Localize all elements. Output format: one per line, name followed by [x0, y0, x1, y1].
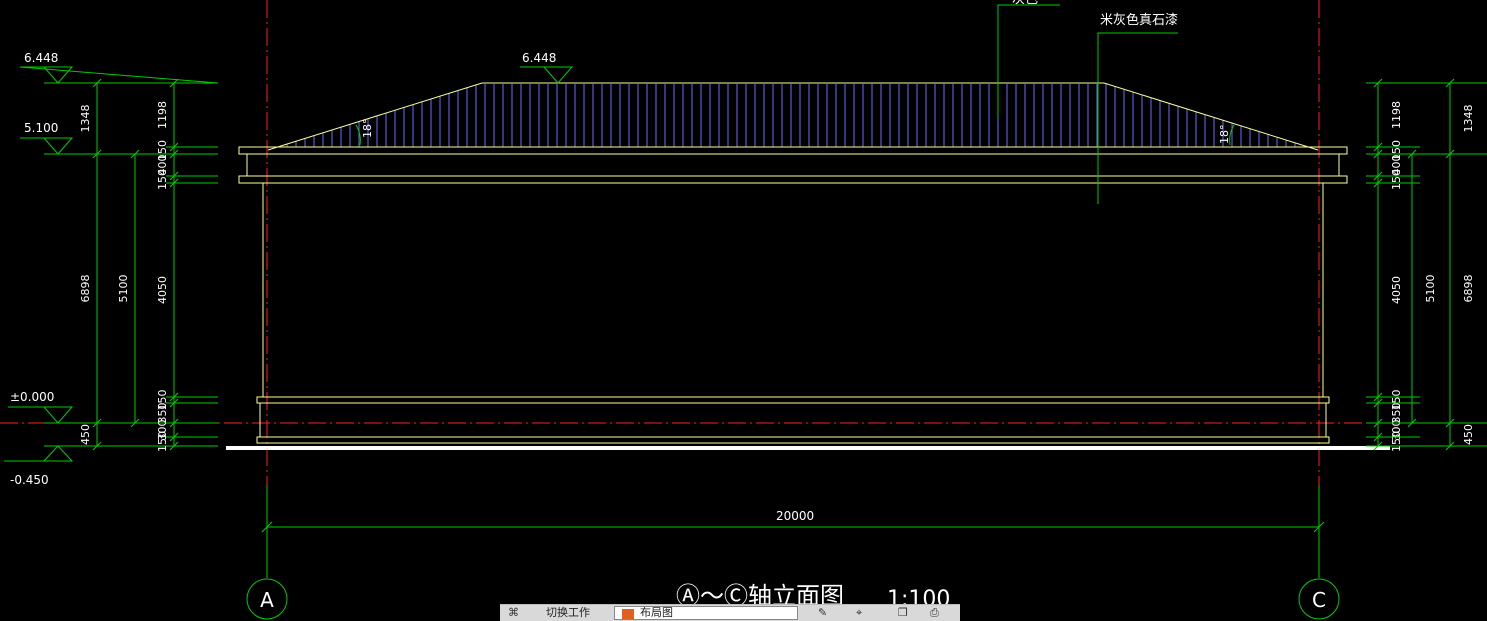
dim-right-inner-label: 150 — [1390, 431, 1403, 452]
elev-label-0000: ±0.000 — [10, 390, 54, 404]
cornice-top — [238, 146, 1348, 155]
leader-beige — [1097, 32, 1178, 204]
dim-right-outer-label: 6898 — [1462, 275, 1475, 303]
elev-label-neg450: -0.450 — [10, 473, 49, 487]
dim-left-inner-label: 4050 — [156, 276, 169, 304]
layout-selector-label: 布局图 — [640, 606, 673, 619]
print-icon[interactable]: ⎙ — [930, 607, 944, 619]
dim-right-outer-label: 1348 — [1462, 105, 1475, 133]
dim-right-outer-label: 450 — [1462, 424, 1475, 445]
cornice-band — [246, 153, 1340, 177]
layout-toggle-icon[interactable]: ⌘ — [508, 607, 522, 619]
plinth-body — [259, 402, 1327, 438]
dim-right-inner-label: 1198 — [1390, 101, 1403, 129]
dim-left-mid-label: 5100 — [117, 275, 130, 303]
dim-left-inner-label: 1198 — [156, 101, 169, 129]
cornice-bottom — [238, 175, 1348, 184]
pencil-icon[interactable]: ✎ — [818, 607, 832, 619]
dim-left-outer-label: 1348 — [79, 105, 92, 133]
dim-right-mid-label: 5100 — [1424, 275, 1437, 303]
axis-label-c: C — [1312, 588, 1326, 612]
roof-hatch — [277, 83, 1305, 147]
elev-label-roof: 6.448 — [522, 51, 556, 65]
elev-label-5100: 5.100 — [24, 121, 58, 135]
plinth-base — [256, 436, 1330, 444]
ground-line — [226, 446, 1390, 450]
cad-elevation-drawing[interactable]: 18° 18° 灰色 米灰色真石漆 6.448 5.100 ±0.000 -0.… — [0, 0, 1487, 620]
dimension-chains: 1348689845051001198150400150405015035030… — [79, 78, 1487, 452]
roof-angle-label-left: 18° — [361, 119, 374, 139]
roof-angle-label-right: 18° — [1218, 125, 1231, 145]
material-note-beige: 米灰色真石漆 — [1100, 12, 1178, 28]
elev-label-6448: 6.448 — [24, 51, 58, 65]
layout-status-bar[interactable]: ⌘ 切换工作 布局图 ✎ ⌖ ❐ ⎙ — [500, 604, 960, 621]
overall-dimension — [261, 485, 1325, 578]
material-note-gray: 灰色 — [1012, 0, 1038, 7]
axis-bubble-c[interactable]: C — [1298, 578, 1340, 620]
dim-right-inner-label: 150 — [1390, 169, 1403, 190]
copy-icon[interactable]: ❐ — [898, 607, 912, 619]
roof-angle-marks — [355, 124, 1235, 146]
axis-label-a: A — [260, 588, 274, 612]
building-outline — [238, 82, 1348, 444]
dim-left-outer-label: 6898 — [79, 275, 92, 303]
dim-left-inner-label: 150 — [156, 169, 169, 190]
dim-right-inner-label: 4050 — [1390, 276, 1403, 304]
plinth-top — [256, 396, 1330, 404]
overall-width-label: 20000 — [776, 509, 814, 523]
roof-angle-arc-left — [355, 124, 361, 146]
pin-icon[interactable]: ⌖ — [856, 607, 870, 619]
elevation-mark-roof — [520, 66, 574, 84]
dim-left-outer-label: 450 — [79, 424, 92, 445]
dim-left-inner-label: 150 — [156, 431, 169, 452]
status-left-text[interactable]: 切换工作 — [546, 607, 590, 619]
axis-bubble-a[interactable]: A — [246, 578, 288, 620]
axis-lines — [0, 0, 1487, 578]
layout-color-swatch — [622, 609, 634, 619]
